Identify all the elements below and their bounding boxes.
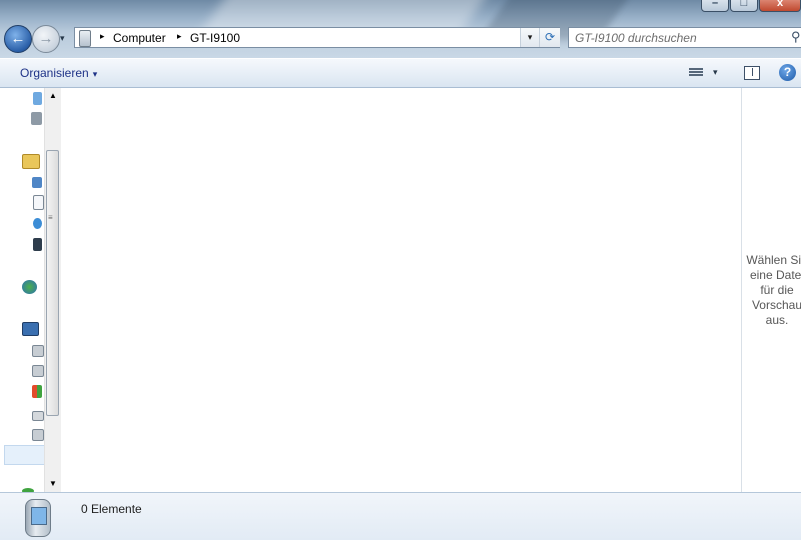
computer-icon[interactable] bbox=[22, 322, 39, 336]
music-library-icon[interactable] bbox=[33, 218, 42, 229]
local-disk-icon[interactable] bbox=[32, 345, 44, 357]
homegroup-icon[interactable] bbox=[22, 280, 37, 294]
drive-icon[interactable] bbox=[32, 365, 44, 377]
device-icon bbox=[79, 30, 91, 47]
view-options-dropdown[interactable]: ▾ bbox=[713, 67, 718, 78]
title-bar: – □ x ← → ▾ ▸ Computer ▸ GT-I9100 ▾ ⟳ ⚲ bbox=[0, 0, 801, 58]
pictures-library-icon[interactable] bbox=[32, 177, 42, 188]
removable-drive-icon[interactable] bbox=[32, 411, 44, 421]
minimize-button[interactable]: – bbox=[701, 0, 729, 12]
preview-pane: Wählen Sie eine Datei für die Vorschau a… bbox=[742, 88, 801, 492]
close-icon: x bbox=[776, 0, 784, 9]
close-button[interactable]: x bbox=[759, 0, 801, 12]
search-box[interactable]: ⚲ bbox=[568, 27, 801, 48]
minimize-icon: – bbox=[711, 0, 719, 9]
refresh-button[interactable]: ⟳ bbox=[539, 28, 560, 47]
back-arrow-icon: ← bbox=[10, 30, 26, 47]
nav-scrollbar[interactable]: ▲ ≡ ▼ bbox=[44, 88, 61, 492]
breadcrumb-device[interactable]: GT-I9100 bbox=[190, 31, 240, 45]
details-pane: 0 Elemente bbox=[0, 492, 801, 540]
libraries-folder-icon[interactable] bbox=[22, 154, 40, 169]
command-bar: Organisieren ▾ ▾ ? bbox=[0, 58, 801, 88]
nav-item-selected-gt-i9100[interactable] bbox=[4, 445, 44, 465]
address-dropdown-button[interactable]: ▾ bbox=[520, 28, 539, 47]
change-view-icon[interactable] bbox=[689, 67, 703, 80]
recent-pages-dropdown[interactable]: ▾ bbox=[60, 33, 65, 44]
maximize-icon: □ bbox=[740, 0, 748, 9]
windows-drive-icon[interactable] bbox=[32, 385, 42, 398]
window-controls: – □ x bbox=[700, 0, 801, 12]
favorites-desktop-icon[interactable] bbox=[33, 92, 42, 105]
forward-arrow-icon: → bbox=[38, 30, 54, 47]
item-count: 0 Elemente bbox=[81, 502, 142, 516]
chevron-down-icon: ▾ bbox=[92, 69, 98, 79]
organize-label: Organisieren bbox=[20, 66, 89, 80]
search-input[interactable] bbox=[575, 29, 775, 46]
back-button[interactable]: ← bbox=[4, 25, 32, 53]
network-drive-icon[interactable] bbox=[32, 429, 44, 441]
preview-pane-toggle-icon[interactable] bbox=[744, 66, 760, 80]
documents-library-icon[interactable] bbox=[33, 195, 44, 210]
scroll-grip-icon: ≡ bbox=[48, 213, 53, 222]
forward-button[interactable]: → bbox=[32, 25, 60, 53]
recent-places-icon[interactable] bbox=[31, 112, 42, 125]
videos-library-icon[interactable] bbox=[33, 238, 42, 251]
breadcrumb-computer[interactable]: Computer bbox=[113, 31, 166, 45]
breadcrumb-separator[interactable]: ▸ bbox=[100, 31, 105, 42]
breadcrumb-separator[interactable]: ▸ bbox=[177, 31, 182, 42]
maximize-button[interactable]: □ bbox=[730, 0, 758, 12]
phone-device-icon bbox=[25, 499, 51, 537]
address-bar[interactable]: ▸ Computer ▸ GT-I9100 ▾ ⟳ bbox=[74, 27, 560, 48]
organize-button[interactable]: Organisieren ▾ bbox=[20, 66, 97, 80]
file-list-area[interactable] bbox=[61, 88, 741, 492]
scroll-thumb[interactable] bbox=[46, 150, 59, 416]
search-icon[interactable]: ⚲ bbox=[791, 29, 801, 45]
scroll-up-arrow-icon[interactable]: ▲ bbox=[45, 88, 61, 104]
scroll-down-arrow-icon[interactable]: ▼ bbox=[45, 476, 61, 492]
preview-placeholder-text: Wählen Sie eine Datei für die Vorschau a… bbox=[746, 253, 801, 327]
help-icon[interactable]: ? bbox=[779, 64, 796, 81]
